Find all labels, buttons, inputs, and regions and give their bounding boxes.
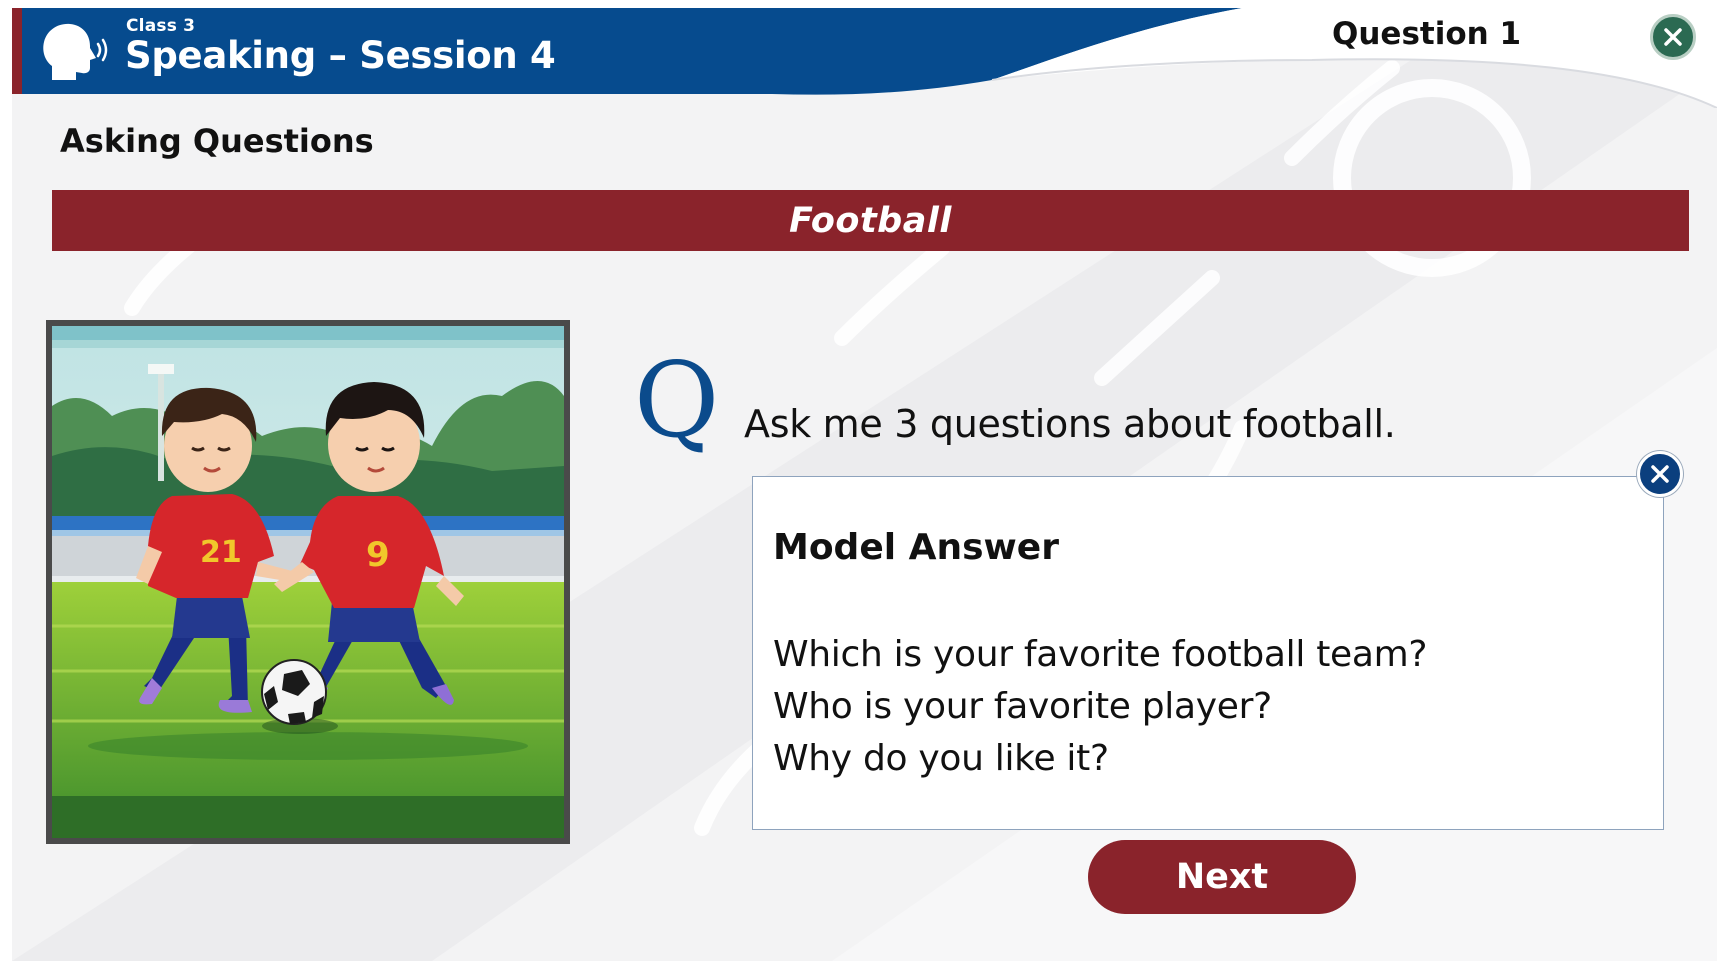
topic-banner: Football xyxy=(52,190,1689,251)
session-title: Speaking – Session 4 xyxy=(125,34,556,77)
model-answer-line: Who is your favorite player? xyxy=(773,686,1272,727)
shirt-number-9: 9 xyxy=(366,535,390,575)
model-answer-line: Why do you like it? xyxy=(773,738,1109,779)
close-model-answer-button[interactable] xyxy=(1637,451,1683,497)
question-prompt: Ask me 3 questions about football. xyxy=(744,402,1396,446)
speaking-head-icon xyxy=(43,23,108,81)
class-label: Class 3 xyxy=(126,16,196,36)
model-answer-line: Which is your favorite football team? xyxy=(773,634,1428,675)
next-button[interactable]: Next xyxy=(1088,840,1356,914)
model-answer-heading: Model Answer xyxy=(773,527,1059,568)
close-icon xyxy=(1651,465,1669,483)
shirt-number-21: 21 xyxy=(200,535,242,570)
section-title: Asking Questions xyxy=(60,122,374,160)
close-lesson-button[interactable] xyxy=(1650,14,1696,60)
question-number: Question 1 xyxy=(1332,16,1522,52)
model-answer-lines: Which is your favorite football team? Wh… xyxy=(773,629,1428,785)
topic-title: Football xyxy=(789,200,952,241)
kids-playing-football-image: 21 9 xyxy=(52,326,564,838)
model-answer-panel: Model Answer Which is your favorite foot… xyxy=(752,476,1664,830)
lesson-screen: Class 3 Speaking – Session 4 Question 1 … xyxy=(12,8,1717,961)
close-icon xyxy=(1664,28,1682,46)
football-illustration: 21 9 xyxy=(46,320,570,844)
question-marker: Q xyxy=(634,339,720,461)
